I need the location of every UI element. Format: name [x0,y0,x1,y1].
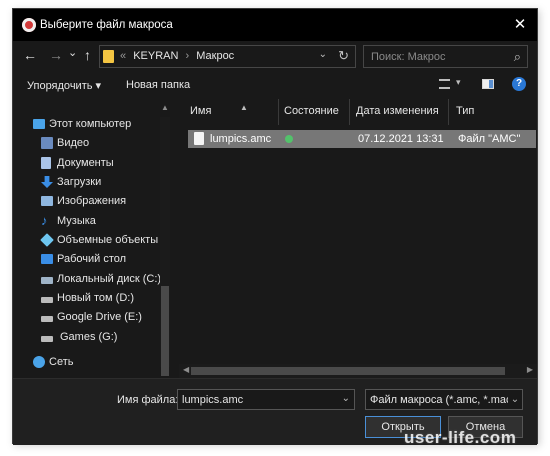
drive-c-icon [41,277,53,284]
filename-value[interactable]: lumpics.amc [182,394,243,406]
sidebar-item-label: Изображения [57,195,127,207]
music-icon: ♪ [41,213,48,228]
address-dropdown-button[interactable]: ⌄ [319,49,327,60]
sync-status-icon [285,135,293,143]
pictures-icon [41,196,53,206]
sidebar-item-label: Games (G:) [60,331,118,343]
sidebar-item-label: Видео [57,137,90,149]
watermark: user-life.com [404,428,517,447]
filename-field[interactable]: lumpics.amc ⌄ [177,389,355,410]
sidebar-item-label: Загрузки [57,176,102,188]
column-divider[interactable] [349,99,350,125]
search-box[interactable]: Поиск: Макрос ⌕ [363,45,528,68]
chevron-down-icon[interactable]: ⌄ [508,390,522,409]
drive-icon [41,316,53,322]
horizontal-scrollbar-thumb[interactable] [191,367,505,375]
sidebar-item-label: Google Drive (E:) [57,311,142,323]
column-divider[interactable] [278,99,279,125]
sidebar-item-label: Новый том (D:) [57,292,134,304]
search-input[interactable]: Поиск: Макрос [371,51,446,63]
address-row: ← → ⌄ ↑ « KEYRAN › Макрос ⌄ ↻ Поиск: Мак… [13,41,537,71]
navigation-pane: Этот компьютер Видео Документы Загрузки … [13,99,174,377]
column-divider[interactable] [448,99,449,125]
chevron-down-icon[interactable]: ⌄ [342,393,350,404]
filetype-select[interactable]: Файл макроса (*.amc, *.macro) ⌄ [365,389,523,410]
sidebar-item-label: Этот компьютер [49,118,132,130]
file-modified: 07.12.2021 13:31 [358,133,444,145]
documents-icon [41,157,51,169]
desktop-icon [41,254,53,264]
column-header-label: Имя [190,105,212,117]
search-icon[interactable]: ⌕ [514,49,521,65]
column-header-modified[interactable]: Дата изменения [356,105,439,117]
crumb-overflow[interactable]: « [120,50,126,62]
computer-icon [33,119,45,129]
app-icon [22,18,36,32]
scroll-right-icon[interactable]: ▶ [527,365,533,374]
drive-icon [41,297,53,303]
sidebar-item-label: Рабочий стол [57,253,127,265]
preview-pane-icon[interactable] [482,79,494,89]
forward-button[interactable]: → [49,47,63,63]
sidebar-item-label: Объемные объекты [57,234,159,246]
column-header-type[interactable]: Тип [456,105,474,117]
sidebar-item-label: Документы [57,157,114,169]
sidebar-item-label: Сеть [49,356,74,368]
file-open-dialog: Выберите файл макроса ✕ ← → ⌄ ↑ « KEYRAN… [12,8,538,445]
file-icon [194,132,204,145]
sidebar-item-label: Локальный диск (C:) [57,273,162,285]
address-bar[interactable]: « KEYRAN › Макрос ⌄ ↻ [99,45,356,68]
sidebar-item-label: Музыка [57,215,96,227]
file-type: Файл "AMC" [458,133,521,145]
crumb-macro[interactable]: Макрос [196,50,234,62]
filetype-value: Файл макроса (*.amc, *.macro) [370,394,523,406]
help-icon[interactable]: ? [512,77,526,91]
horizontal-scrollbar[interactable]: ◀ ▶ [179,364,537,378]
refresh-button[interactable]: ↻ [338,48,349,64]
command-bar: Упорядочить ▾ Новая папка ▾ ? [13,71,537,99]
organize-button[interactable]: Упорядочить ▾ [27,79,101,92]
view-options-icon[interactable] [439,79,450,89]
file-row[interactable]: lumpics.amc 07.12.2021 13:31 Файл "AMC" [188,130,536,148]
dialog-title: Выберите файл макроса [40,19,173,31]
sort-ascending-icon: ▲ [240,103,248,112]
drive-icon [41,336,53,342]
column-header-status[interactable]: Состояние [284,105,339,117]
video-icon [41,137,53,149]
file-name: lumpics.amc [210,133,272,145]
back-button[interactable]: ← [23,47,37,63]
crumb-separator: › [185,50,190,62]
file-list: Имя ▲ Состояние Дата изменения Тип lumpi… [179,99,537,377]
3d-objects-icon [40,233,54,247]
scroll-left-icon[interactable]: ◀ [183,365,189,374]
new-folder-button[interactable]: Новая папка [126,79,190,91]
breadcrumb: « KEYRAN › Макрос [120,50,238,62]
sidebar-scrollbar-thumb[interactable] [161,286,169,376]
crumb-keyran[interactable]: KEYRAN [133,50,178,62]
column-header-name[interactable]: Имя ▲ [190,103,248,117]
filename-label: Имя файла: [117,394,179,406]
folder-icon [103,50,114,63]
view-options-dropdown[interactable]: ▾ [456,77,461,88]
close-button[interactable]: ✕ [503,9,537,41]
network-icon [33,356,45,368]
up-button[interactable]: ↑ [84,47,91,63]
title-bar: Выберите файл макроса ✕ [13,9,537,41]
recent-locations-button[interactable]: ⌄ [68,45,77,61]
downloads-icon [41,176,53,188]
scroll-up-icon[interactable]: ▲ [161,103,169,112]
